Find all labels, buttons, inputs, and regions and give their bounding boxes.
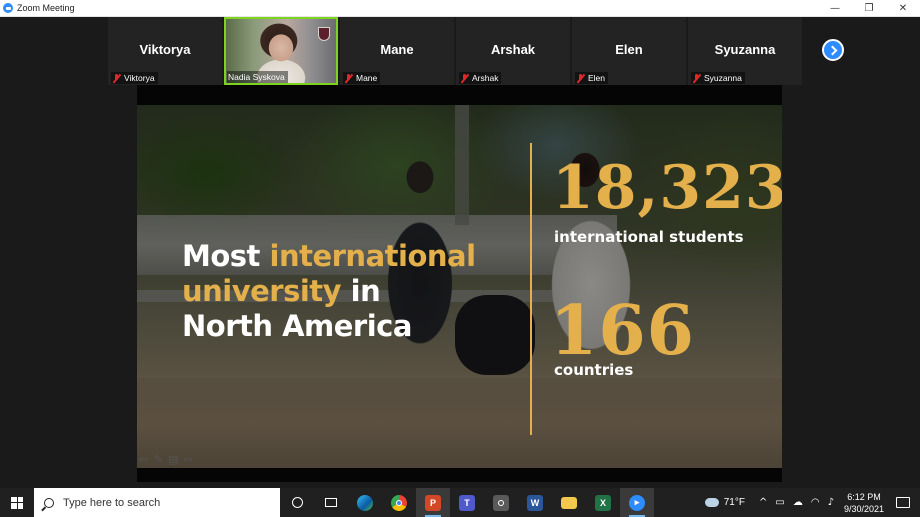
taskbar-app-file-explorer[interactable] — [552, 488, 586, 517]
window-title-bar: Zoom Meeting — ❐ ✕ — [0, 0, 920, 17]
clock-time: 6:12 PM — [847, 491, 881, 502]
zoom-app-icon — [3, 3, 13, 13]
onedrive-cloud-icon[interactable]: ☁ — [793, 497, 803, 508]
stat-students-value: 18,323 — [552, 153, 782, 223]
taskbar-search-input[interactable] — [63, 496, 263, 509]
muted-mic-icon — [112, 73, 121, 83]
battery-icon[interactable]: ▭ — [775, 497, 784, 508]
excel-icon: X — [595, 494, 611, 511]
pen-icon[interactable]: ✎ — [152, 453, 165, 466]
next-arrow-icon[interactable]: ⇨ — [182, 453, 195, 466]
participant-tile-syuzanna[interactable]: Syuzanna Syuzanna — [688, 17, 802, 85]
weather-widget[interactable]: 71°F — [704, 497, 745, 508]
taskbar-app-camera[interactable] — [484, 488, 518, 517]
meeting-area: Viktorya Viktorya Nadia Syskova Mane Man… — [0, 17, 920, 488]
prev-arrow-icon[interactable]: ⇦ — [137, 453, 150, 466]
participant-label-text: Mane — [356, 73, 378, 83]
windows-taskbar: P T W X ▸ 71°F ^ ▭ ☁ ◠ ♪ 6:12 PM 9/30/20… — [0, 488, 920, 517]
clock-date: 9/30/2021 — [843, 503, 884, 514]
participant-display-name: Elen — [615, 42, 643, 57]
participant-name-label: Syuzanna — [691, 72, 745, 84]
participant-tile-arshak[interactable]: Arshak Arshak — [456, 17, 570, 85]
participant-label-text: Viktorya — [124, 73, 155, 83]
participant-name-label: Mane — [343, 72, 381, 84]
participant-display-name: Syuzanna — [714, 42, 776, 57]
cortana-button[interactable] — [280, 488, 314, 517]
menu-icon[interactable]: ▤ — [167, 453, 180, 466]
muted-mic-icon — [344, 73, 353, 83]
taskbar-clock[interactable]: 6:12 PM 9/30/2021 — [844, 491, 884, 515]
participant-label-text: Syuzanna — [704, 73, 742, 83]
taskbar-app-excel[interactable]: X — [586, 488, 620, 517]
minimize-button[interactable]: — — [818, 0, 852, 17]
headline-text: Most — [182, 239, 270, 273]
participant-name-label: Nadia Syskova — [227, 71, 288, 83]
powerpoint-icon: P — [425, 494, 441, 511]
folder-icon — [561, 496, 577, 509]
participant-tile-nadia-syskova[interactable]: Nadia Syskova — [224, 17, 338, 85]
stat-countries-value: 166 — [550, 291, 695, 371]
show-hidden-icons-chevron-icon[interactable]: ^ — [759, 497, 767, 508]
chrome-icon — [391, 494, 407, 511]
taskbar-app-zoom[interactable]: ▸ — [620, 488, 654, 517]
slide-toolbar: ⇦ ✎ ▤ ⇨ — [137, 452, 195, 466]
participant-display-name: Viktorya — [139, 42, 191, 57]
next-participants-arrow-icon[interactable] — [822, 39, 844, 61]
stat-students-label: international students — [554, 228, 744, 246]
zoom-icon: ▸ — [629, 494, 645, 511]
participant-label-text: Nadia Syskova — [228, 72, 285, 82]
taskbar-search-box[interactable] — [34, 488, 280, 517]
participant-strip: Viktorya Viktorya Nadia Syskova Mane Man… — [108, 17, 802, 85]
headline-accent-text: international — [269, 239, 477, 273]
participant-tile-elen[interactable]: Elen Elen — [572, 17, 686, 85]
headline-text: in — [341, 274, 381, 308]
headline-accent-text: university — [182, 274, 342, 308]
wifi-icon[interactable]: ◠ — [811, 497, 820, 508]
muted-mic-icon — [692, 73, 701, 83]
headline-text: North America — [182, 309, 412, 343]
participant-tile-viktorya[interactable]: Viktorya Viktorya — [108, 17, 222, 85]
participant-name-label: Elen — [575, 72, 609, 84]
taskbar-app-edge[interactable] — [348, 488, 382, 517]
cortana-circle-icon — [291, 497, 303, 508]
weather-temperature: 71°F — [723, 497, 745, 508]
cloud-icon — [704, 498, 719, 507]
windows-logo-icon — [11, 496, 23, 509]
taskbar-app-teams[interactable]: T — [450, 488, 484, 517]
volume-icon[interactable]: ♪ — [828, 497, 834, 508]
muted-mic-icon — [460, 73, 469, 83]
camera-icon — [493, 494, 509, 511]
participant-label-text: Elen — [588, 73, 606, 83]
task-view-icon — [325, 498, 337, 507]
taskbar-app-powerpoint[interactable]: P — [416, 488, 450, 517]
divider-line — [530, 143, 532, 435]
task-view-button[interactable] — [314, 488, 348, 517]
window-title: Zoom Meeting — [17, 3, 75, 13]
restore-button[interactable]: ❐ — [852, 0, 886, 17]
search-icon — [44, 497, 54, 508]
participant-label-text: Arshak — [472, 73, 499, 83]
participant-name-label: Arshak — [459, 72, 502, 84]
slide-headline: Most international university in North A… — [182, 239, 476, 344]
taskbar-app-word[interactable]: W — [518, 488, 552, 517]
stat-countries-label: countries — [554, 361, 634, 379]
system-tray: 71°F ^ ▭ ☁ ◠ ♪ 6:12 PM 9/30/2021 — [704, 488, 920, 517]
muted-mic-icon — [576, 73, 585, 83]
shared-screen: Most international university in North A… — [137, 85, 782, 482]
participant-display-name: Arshak — [490, 42, 536, 57]
notification-center-icon[interactable] — [896, 497, 910, 508]
taskbar-app-chrome[interactable] — [382, 488, 416, 517]
participant-name-label: Viktorya — [111, 72, 158, 84]
start-button[interactable] — [0, 488, 34, 517]
university-crest-icon — [318, 27, 330, 41]
edge-icon — [357, 494, 373, 511]
participant-tile-mane[interactable]: Mane Mane — [340, 17, 454, 85]
participant-display-name: Mane — [380, 42, 414, 57]
word-icon: W — [527, 494, 543, 511]
close-button[interactable]: ✕ — [886, 0, 920, 17]
presentation-slide: Most international university in North A… — [137, 105, 782, 468]
teams-icon: T — [459, 494, 475, 511]
